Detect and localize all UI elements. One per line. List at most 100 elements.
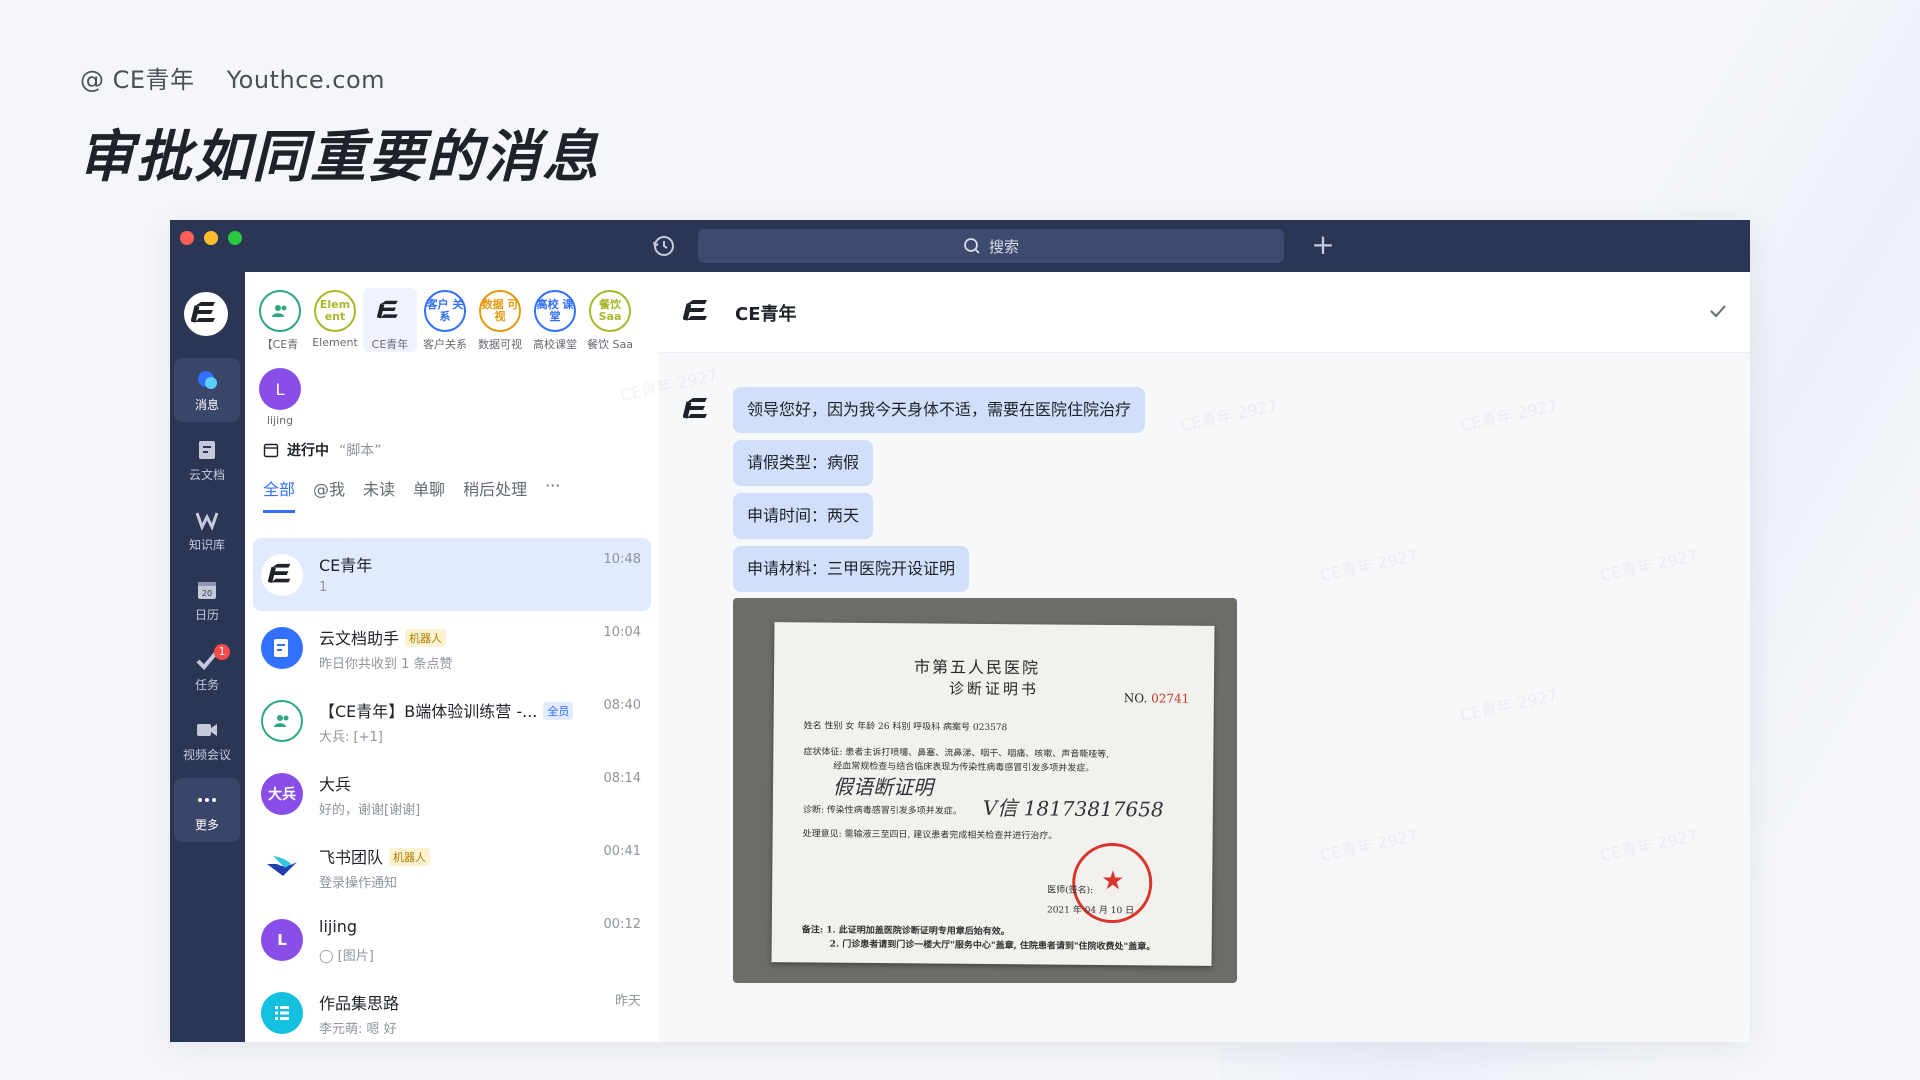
chat-preview: 大兵: [+1]	[319, 730, 383, 745]
certificate-paper: 市第五人民医院 诊断证明书 NO. 02741 姓名 性别 女 年龄 26 科别…	[771, 622, 1215, 966]
pin-ce-group[interactable]: 【CE青	[253, 288, 307, 352]
handwriting-2: V信 18173817658	[982, 795, 1164, 822]
maximize-window-button[interactable]	[228, 231, 242, 245]
avatar: L	[259, 368, 301, 410]
chat-name: CE青年	[319, 556, 373, 575]
nav-label: 知识库	[188, 538, 225, 552]
search-icon	[964, 238, 980, 254]
nav-label: 更多	[194, 818, 219, 832]
titlebar: 搜索 +	[170, 220, 1750, 272]
pin-label: 数据可视	[478, 338, 522, 351]
watermark: CE青年 2927	[1598, 825, 1700, 866]
chat-pane: CE青年 2927 CE青年 2927 CE青年 2927 CE青年 2927 …	[618, 272, 1750, 1042]
avatar: L	[261, 919, 303, 961]
nav-label: 任务	[194, 678, 219, 692]
left-nav: 消息 云文档 知识库 20 日历 1 任务 视频会议 更多	[170, 272, 245, 1042]
tab-more[interactable]: ···	[545, 476, 560, 513]
handwriting-1: 假语断证明	[832, 774, 934, 800]
pin-lijing[interactable]: L lijing	[253, 368, 307, 427]
chat-preview: 李元萌: 嗯 好	[319, 1022, 397, 1037]
history-icon[interactable]	[650, 232, 678, 260]
close-window-button[interactable]	[180, 231, 194, 245]
pin-campus[interactable]: 高校 课堂 高校课堂	[528, 288, 582, 352]
nav-wiki[interactable]: 知识库	[174, 498, 240, 562]
minimize-window-button[interactable]	[204, 231, 218, 245]
chat-title: CE青年	[735, 304, 797, 325]
message-bubble[interactable]: 申请材料：三甲医院开设证明	[733, 546, 970, 592]
list-item[interactable]: 【CE青年】B端体验训练营 -... 全员 大兵: [+1] 08:40	[253, 684, 651, 757]
certificate-symptom-line: 症状体征: 患者主诉打喷嚏、鼻塞、流鼻涕、咽干、咽痛、咳嗽、声音嘶哑等,	[803, 747, 1110, 761]
list-item[interactable]: CE青年 1 10:48	[253, 538, 651, 611]
nav-docs[interactable]: 云文档	[174, 428, 240, 492]
chat-time: 00:12	[603, 917, 641, 932]
brand-site: Youthce.com	[226, 66, 386, 94]
message-bubble[interactable]: 申请时间：两天	[733, 493, 874, 539]
chat-header: CE青年	[659, 272, 1750, 353]
chat-time: 10:04	[603, 625, 641, 640]
pin-ce-youth[interactable]: CE青年	[363, 288, 417, 352]
tab-mentions[interactable]: @我	[313, 476, 345, 513]
certificate-number: NO. 02741	[1123, 691, 1190, 706]
filter-tabs: 全部 @我 未读 单聊 稍后处理 ···	[263, 476, 578, 513]
nav-messages[interactable]: 消息	[174, 358, 240, 422]
ce-logo-icon	[261, 554, 303, 596]
tab-all[interactable]: 全部	[263, 476, 296, 513]
list-item[interactable]: L lijing ◯ [图片] 00:12	[253, 903, 651, 976]
tab-unread[interactable]: 未读	[363, 476, 395, 513]
app-window: 搜索 + 消息 云文档 知识库 20 日历 1 任务 视频会议 更多 【CE青 …	[170, 220, 1750, 1042]
pin-avatar: 高校 课堂	[534, 290, 576, 332]
certificate-date-line: 2021 年 04 月 10 日	[1046, 905, 1135, 917]
certificate-image[interactable]: 市第五人民医院 诊断证明书 NO. 02741 姓名 性别 女 年龄 26 科别…	[733, 598, 1237, 983]
nav-calendar[interactable]: 20 日历	[174, 568, 240, 632]
list-item[interactable]: 云文档助手 机器人 昨日你共收到 1 条点赞 10:04	[253, 611, 651, 684]
message-bubble[interactable]: 领导您好，因为我今天身体不适，需要在医院住院治疗	[733, 387, 1146, 433]
chat-preview: 好的，谢谢[谢谢]	[319, 803, 421, 818]
ce-logo-icon	[682, 396, 713, 428]
chat-preview: 昨日你共收到 1 条点赞	[319, 657, 453, 672]
nav-tasks[interactable]: 1 任务	[174, 638, 240, 702]
chat-name: 【CE青年】B端体验训练营 -... 全员	[319, 698, 574, 722]
watermark: CE青年 2927	[1598, 545, 1700, 586]
wiki-icon	[195, 512, 219, 531]
pin-dataviz[interactable]: 数据 可视 数据可视	[473, 288, 527, 352]
watermark: CE青年 2927	[1178, 395, 1280, 436]
list-item[interactable]: 作品集思路 李元萌: 嗯 好 昨天	[253, 976, 651, 1042]
ce-logo-icon	[369, 290, 411, 332]
group-icon	[261, 700, 303, 742]
avatar: 大兵	[261, 773, 303, 815]
pin-label: 餐饮 Saa	[587, 338, 633, 351]
tab-later[interactable]: 稍后处理	[463, 476, 527, 513]
chat-preview: 登录操作通知	[319, 876, 398, 891]
tab-direct[interactable]: 单聊	[413, 476, 445, 513]
pin-crm[interactable]: 客户 关系 客户关系	[418, 288, 472, 352]
list-item[interactable]: 飞书团队 机器人 登录操作通知 00:41	[253, 830, 651, 903]
pin-catering[interactable]: 餐饮 Saa 餐饮 Saa	[583, 288, 637, 352]
pinned-chats: 【CE青 Elem ent Element CE青年 客户 关系 客户关系 数据…	[253, 288, 653, 376]
chat-name: lijing	[319, 917, 358, 936]
ce-logo-icon[interactable]	[184, 292, 228, 336]
in-progress-row[interactable]: 进行中 “脚本”	[263, 440, 382, 460]
search-input[interactable]: 搜索	[698, 229, 1284, 263]
nav-label: 日历	[194, 608, 219, 622]
nav-video[interactable]: 视频会议	[174, 708, 240, 772]
checkmark-icon[interactable]	[1707, 300, 1729, 326]
watermark: CE青年 2927	[1458, 685, 1560, 726]
pin-element[interactable]: Elem ent Element	[308, 288, 362, 349]
certificate-advice-line: 处理意见: 需输液三至四日, 建议患者完成相关检查并进行治疗。	[802, 829, 1058, 842]
search-placeholder: 搜索	[988, 237, 1019, 256]
watermark: CE青年 2927	[1458, 395, 1560, 436]
nav-more[interactable]: 更多	[174, 778, 240, 842]
chat-time: 08:40	[603, 698, 641, 713]
feishu-logo-icon	[261, 846, 303, 888]
plus-icon[interactable]: +	[1308, 230, 1338, 260]
brand-line: @ CE青年 Youthce.com	[80, 60, 409, 95]
list-item[interactable]: 大兵 大兵 好的，谢谢[谢谢] 08:14	[253, 757, 651, 830]
certificate-hospital: 市第五人民医院	[914, 657, 1041, 678]
chat-time: 00:41	[603, 844, 641, 859]
calendar-icon	[263, 443, 279, 458]
certificate-note-2: 2. 门诊患者请到门诊一楼大厅"服务中心"盖章, 住院患者请到"住院收费处"盖章…	[829, 939, 1156, 953]
brand-handle: @ CE青年	[80, 66, 195, 94]
message-bubble[interactable]: 请假类型：病假	[733, 440, 874, 486]
bot-tag: 机器人	[389, 848, 431, 866]
pin-label: 客户关系	[423, 338, 467, 351]
